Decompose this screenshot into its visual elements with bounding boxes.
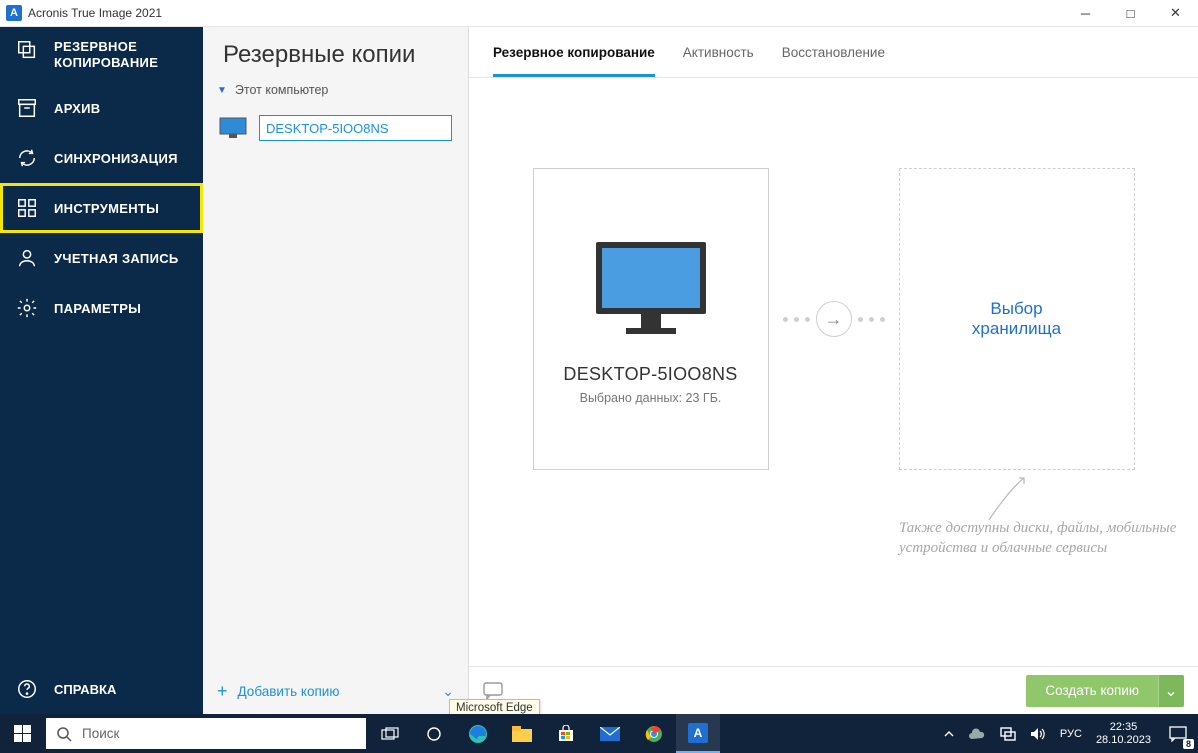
tools-icon (16, 197, 38, 219)
help-icon (16, 678, 38, 700)
computer-icon (586, 234, 716, 344)
nav-sync-label: СИНХРОНИЗАЦИЯ (54, 151, 178, 166)
tabs: Резервное копирование Активность Восстан… (469, 27, 1198, 78)
minimize-button[interactable]: ─ (1063, 0, 1108, 27)
hint-text: Также доступны диски, файлы, мобильные у… (899, 518, 1198, 558)
dest-line2: хранилища (972, 319, 1061, 339)
titlebar: A Acronis True Image 2021 ─ □ ✕ (0, 0, 1198, 27)
tray-overflow[interactable] (937, 714, 961, 753)
tray-time: 22:35 (1110, 721, 1138, 734)
taskbar-acronis[interactable]: A (676, 714, 720, 753)
source-subtitle: Выбрано данных: 23 ГБ. (580, 391, 722, 405)
add-backup-label: Добавить копию (238, 684, 340, 699)
nav-help-label: СПРАВКА (54, 682, 116, 697)
tray-volume-icon[interactable] (1023, 714, 1053, 753)
nav-archive-label: АРХИВ (54, 101, 100, 116)
monitor-icon (219, 117, 247, 139)
tab-activity[interactable]: Активность (683, 45, 754, 77)
backup-name-input[interactable] (259, 115, 452, 141)
tray-date: 28.10.2023 (1096, 734, 1151, 747)
tab-recovery[interactable]: Восстановление (782, 45, 885, 77)
group-label: Этот компьютер (235, 83, 328, 97)
notification-badge: 8 (1183, 739, 1194, 749)
flow-arrow: → (783, 301, 885, 337)
destination-card[interactable]: Выбор хранилища (899, 168, 1135, 470)
arrow-right-icon: → (816, 301, 852, 337)
account-icon (16, 247, 38, 269)
create-backup-dropdown[interactable]: ⌄ (1158, 675, 1184, 707)
close-button[interactable]: ✕ (1153, 0, 1198, 27)
sync-icon (16, 147, 38, 169)
maximize-button[interactable]: □ (1108, 0, 1153, 27)
backup-list-column: Резервные копии ▼ Этот компьютер + Добав… (203, 27, 469, 714)
nav-account-label: УЧЕТНАЯ ЗАПИСЬ (54, 251, 179, 266)
taskbar-store[interactable] (544, 714, 588, 753)
window-title: Acronis True Image 2021 (28, 6, 162, 20)
source-card[interactable]: DESKTOP-5IOO8NS Выбрано данных: 23 ГБ. (533, 168, 769, 470)
nav-sync[interactable]: СИНХРОНИЗАЦИЯ (0, 133, 203, 183)
nav-archive[interactable]: АРХИВ (0, 83, 203, 133)
nav-tools-label: ИНСТРУМЕНТЫ (54, 201, 159, 216)
taskbar: Поиск A (0, 714, 1198, 753)
tray-clock[interactable]: 22:35 28.10.2023 (1089, 714, 1158, 753)
tray-onedrive-icon[interactable] (961, 714, 993, 753)
plus-icon: + (217, 681, 228, 702)
tray-language[interactable]: РУС (1053, 714, 1089, 753)
nav-settings-label: ПАРАМЕТРЫ (54, 301, 141, 316)
gear-icon (16, 297, 38, 319)
dest-line1: Выбор (972, 299, 1061, 319)
cortana-button[interactable] (412, 714, 456, 753)
backup-item[interactable] (213, 109, 458, 147)
bottom-bar: Создать копию ⌄ (469, 666, 1198, 714)
nav-help[interactable]: СПРАВКА (0, 664, 203, 714)
chat-icon[interactable] (483, 682, 503, 700)
taskbar-chrome[interactable] (632, 714, 676, 753)
nav-tools[interactable]: ИНСТРУМЕНТЫ (0, 183, 203, 233)
tray-notifications[interactable]: 8 (1158, 714, 1198, 753)
app-logo: A (6, 5, 22, 21)
taskbar-mail[interactable] (588, 714, 632, 753)
add-backup-dropdown[interactable]: ⌄ (442, 683, 454, 700)
sidebar: РЕЗЕРВНОЕ КОПИРОВАНИЕ АРХИВ СИНХРОНИЗАЦИ… (0, 27, 203, 714)
nav-settings[interactable]: ПАРАМЕТРЫ (0, 283, 203, 333)
nav-account[interactable]: УЧЕТНАЯ ЗАПИСЬ (0, 233, 203, 283)
start-button[interactable] (0, 714, 44, 753)
task-view-button[interactable] (368, 714, 412, 753)
collapse-icon: ▼ (217, 85, 227, 96)
search-placeholder: Поиск (82, 726, 119, 741)
taskbar-edge[interactable] (456, 714, 500, 753)
taskbar-explorer[interactable] (500, 714, 544, 753)
add-backup-link[interactable]: + Добавить копию (217, 681, 339, 702)
source-title: DESKTOP-5IOO8NS (563, 364, 737, 385)
main-panel: Резервное копирование Активность Восстан… (469, 27, 1198, 714)
stage: DESKTOP-5IOO8NS Выбрано данных: 23 ГБ. →… (469, 78, 1198, 666)
tab-backup[interactable]: Резервное копирование (493, 45, 655, 77)
nav-backup-label: РЕЗЕРВНОЕ КОПИРОВАНИЕ (54, 39, 158, 71)
tray-network-icon[interactable] (993, 714, 1023, 753)
nav-backup[interactable]: РЕЗЕРВНОЕ КОПИРОВАНИЕ (0, 27, 203, 83)
backup-icon (16, 39, 38, 61)
create-backup-button[interactable]: Создать копию (1026, 675, 1158, 707)
group-this-computer[interactable]: ▼ Этот компьютер (203, 79, 468, 101)
search-icon (56, 726, 72, 742)
taskbar-search[interactable]: Поиск (46, 718, 366, 749)
list-heading: Резервные копии (203, 27, 468, 79)
archive-icon (16, 97, 38, 119)
